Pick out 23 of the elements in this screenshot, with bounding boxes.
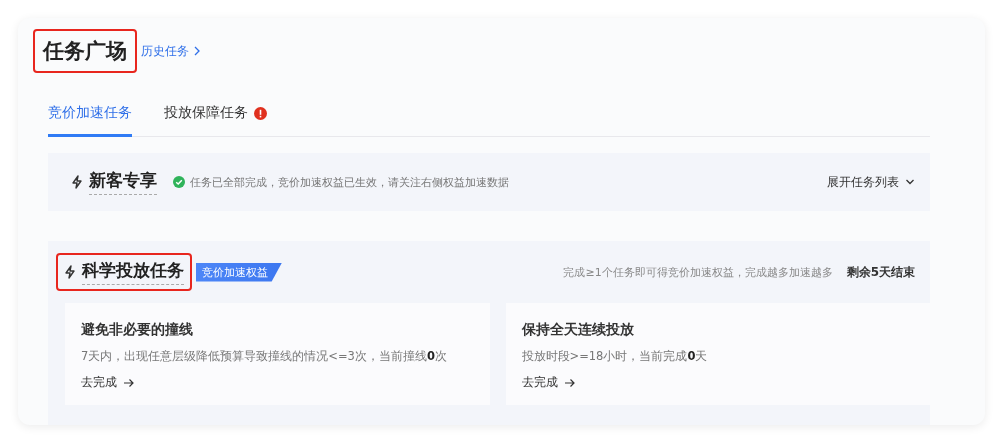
complete-link[interactable]: 去完成 [81, 374, 135, 391]
chevron-right-icon [193, 46, 201, 56]
hint-text: 完成≥1个任务即可得竞价加速权益，完成越多加速越多 [563, 264, 833, 280]
task-description: 投放时段>=18小时，当前完成0天 [521, 349, 709, 364]
arrow-right-icon [563, 377, 576, 388]
chevron-down-icon [905, 178, 915, 186]
tab[interactable]: 竞价加速任务 [48, 96, 132, 137]
status-text: 任务已全部完成，竞价加速权益已生效，请关注右侧权益加速数据 [190, 174, 509, 190]
expand-link[interactable]: 展开任务列表 [827, 173, 915, 191]
benefit-tag: 竞价加速权益 [196, 262, 282, 282]
task-title: 保持全天连续投放 [521, 321, 635, 339]
remaining-text: 剩余5天结束 [846, 263, 915, 281]
complete-link[interactable]: 去完成 [521, 374, 576, 391]
lightning-icon [71, 175, 83, 189]
lightning-icon [64, 265, 76, 279]
section-title: 科学投放任务 [82, 259, 184, 285]
page-title: 任务广场 [33, 29, 137, 73]
arrow-right-icon [123, 377, 135, 388]
tab[interactable]: 投放保障任务 [164, 96, 267, 137]
history-link[interactable]: 历史任务 [141, 42, 201, 60]
section-title: 新客专享 [89, 169, 157, 195]
task-description: 7天内，出现任意层级降低预算导致撞线的情况<=3次，当前撞线0次 [81, 349, 448, 364]
task-title: 避免非必要的撞线 [81, 321, 194, 339]
